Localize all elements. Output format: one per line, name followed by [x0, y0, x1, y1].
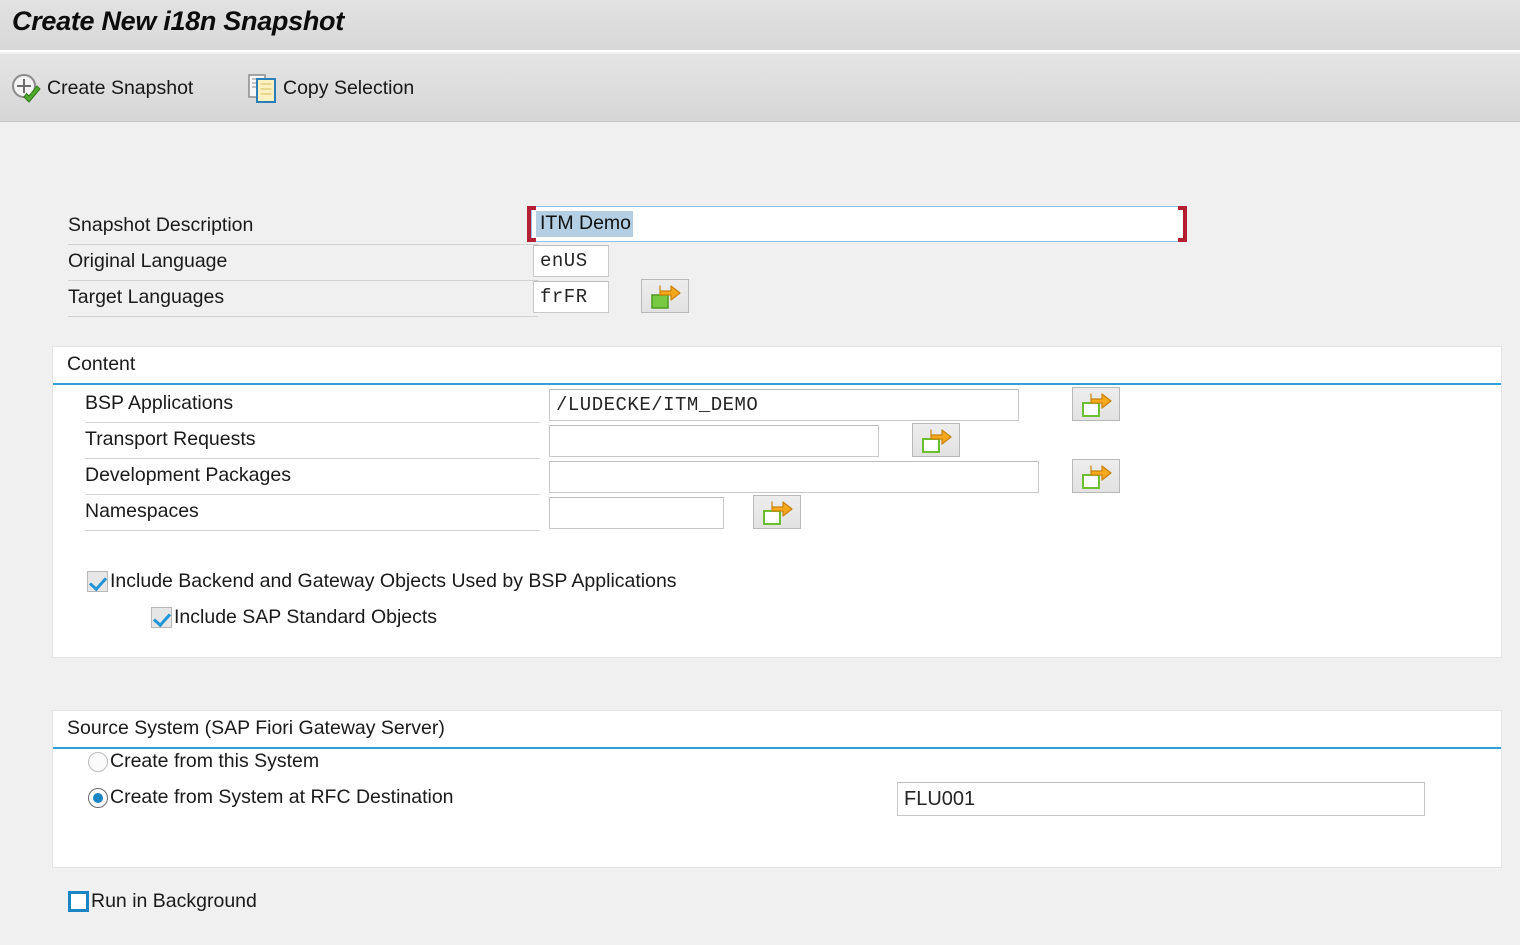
- create-snapshot-button[interactable]: Create Snapshot: [10, 68, 193, 108]
- include-backend-gateway-label: Include Backend and Gateway Objects Used…: [110, 570, 677, 592]
- multi-select-arrow-icon: [763, 501, 793, 525]
- divider: [85, 458, 540, 459]
- include-sap-standard-objects-checkbox-row[interactable]: Include SAP Standard Objects: [151, 606, 437, 629]
- run-in-background-checkbox-row[interactable]: Run in Background: [68, 890, 257, 913]
- toolbar: Create Snapshot Copy Selection: [0, 54, 1520, 122]
- include-sap-standard-objects-label: Include SAP Standard Objects: [174, 606, 438, 628]
- radio-create-from-this-system-row[interactable]: Create from this System: [88, 750, 319, 773]
- include-sap-standard-objects-checkbox[interactable]: [151, 607, 172, 628]
- original-language-value: enUS: [540, 250, 588, 272]
- window-titlebar: Create New i18n Snapshot: [0, 0, 1520, 52]
- divider: [85, 422, 540, 423]
- divider: [85, 494, 540, 495]
- create-snapshot-icon: [10, 72, 42, 104]
- development-packages-value-help-button[interactable]: [1072, 459, 1120, 493]
- divider: [68, 244, 538, 245]
- page-title: Create New i18n Snapshot: [12, 6, 344, 36]
- transport-requests-value-help-button[interactable]: [912, 423, 960, 457]
- run-in-background-label: Run in Background: [91, 890, 257, 912]
- rfc-destination-value: FLU001: [904, 787, 976, 810]
- namespaces-label: Namespaces: [85, 500, 199, 522]
- run-in-background-checkbox[interactable]: [68, 891, 89, 912]
- namespaces-value-help-button[interactable]: [753, 495, 801, 529]
- snapshot-description-input[interactable]: ITM Demo: [531, 206, 1186, 242]
- development-packages-label: Development Packages: [85, 464, 291, 486]
- multi-select-arrow-icon: [651, 285, 681, 309]
- original-language-label: Original Language: [68, 250, 228, 272]
- include-backend-gateway-checkbox[interactable]: [87, 571, 108, 592]
- rfc-destination-input[interactable]: FLU001: [897, 782, 1425, 816]
- include-backend-gateway-checkbox-row[interactable]: Include Backend and Gateway Objects Used…: [87, 570, 677, 593]
- radio-create-from-this-system[interactable]: [88, 751, 108, 772]
- divider: [68, 280, 538, 281]
- source-system-panel-title: Source System (SAP Fiori Gateway Server): [67, 717, 445, 739]
- snapshot-description-value: ITM Demo: [536, 211, 634, 237]
- transport-requests-input[interactable]: [549, 425, 879, 457]
- radio-create-from-rfc-destination-row[interactable]: Create from System at RFC Destination: [88, 786, 454, 809]
- create-snapshot-label: Create Snapshot: [47, 76, 194, 99]
- copy-selection-button[interactable]: Copy Selection: [248, 68, 414, 108]
- radio-create-from-rfc-destination-label: Create from System at RFC Destination: [110, 786, 454, 808]
- bsp-applications-value-help-button[interactable]: [1072, 387, 1120, 421]
- bsp-applications-label: BSP Applications: [85, 392, 234, 414]
- target-languages-label: Target Languages: [68, 286, 225, 308]
- bsp-applications-value: /LUDECKE/ITM_DEMO: [556, 394, 759, 416]
- target-languages-value-help-button[interactable]: [641, 279, 689, 313]
- copy-selection-icon: [248, 72, 278, 104]
- transport-requests-label: Transport Requests: [85, 428, 256, 450]
- radio-create-from-this-system-label: Create from this System: [110, 750, 320, 772]
- target-languages-value: frFR: [540, 286, 588, 308]
- divider: [85, 530, 540, 531]
- panel-underline: [53, 383, 1501, 385]
- multi-select-arrow-icon: [1082, 393, 1112, 417]
- original-language-input[interactable]: enUS: [533, 245, 609, 277]
- development-packages-input[interactable]: [549, 461, 1039, 493]
- panel-underline: [53, 747, 1501, 749]
- multi-select-arrow-icon: [1082, 465, 1112, 489]
- bsp-applications-input[interactable]: /LUDECKE/ITM_DEMO: [549, 389, 1019, 421]
- radio-create-from-rfc-destination[interactable]: [88, 787, 108, 808]
- divider: [68, 316, 538, 317]
- namespaces-input[interactable]: [549, 497, 724, 529]
- snapshot-description-label: Snapshot Description: [68, 214, 254, 236]
- target-languages-input[interactable]: frFR: [533, 281, 609, 313]
- multi-select-arrow-icon: [922, 429, 952, 453]
- content-panel-title: Content: [67, 353, 136, 375]
- copy-selection-label: Copy Selection: [283, 76, 415, 99]
